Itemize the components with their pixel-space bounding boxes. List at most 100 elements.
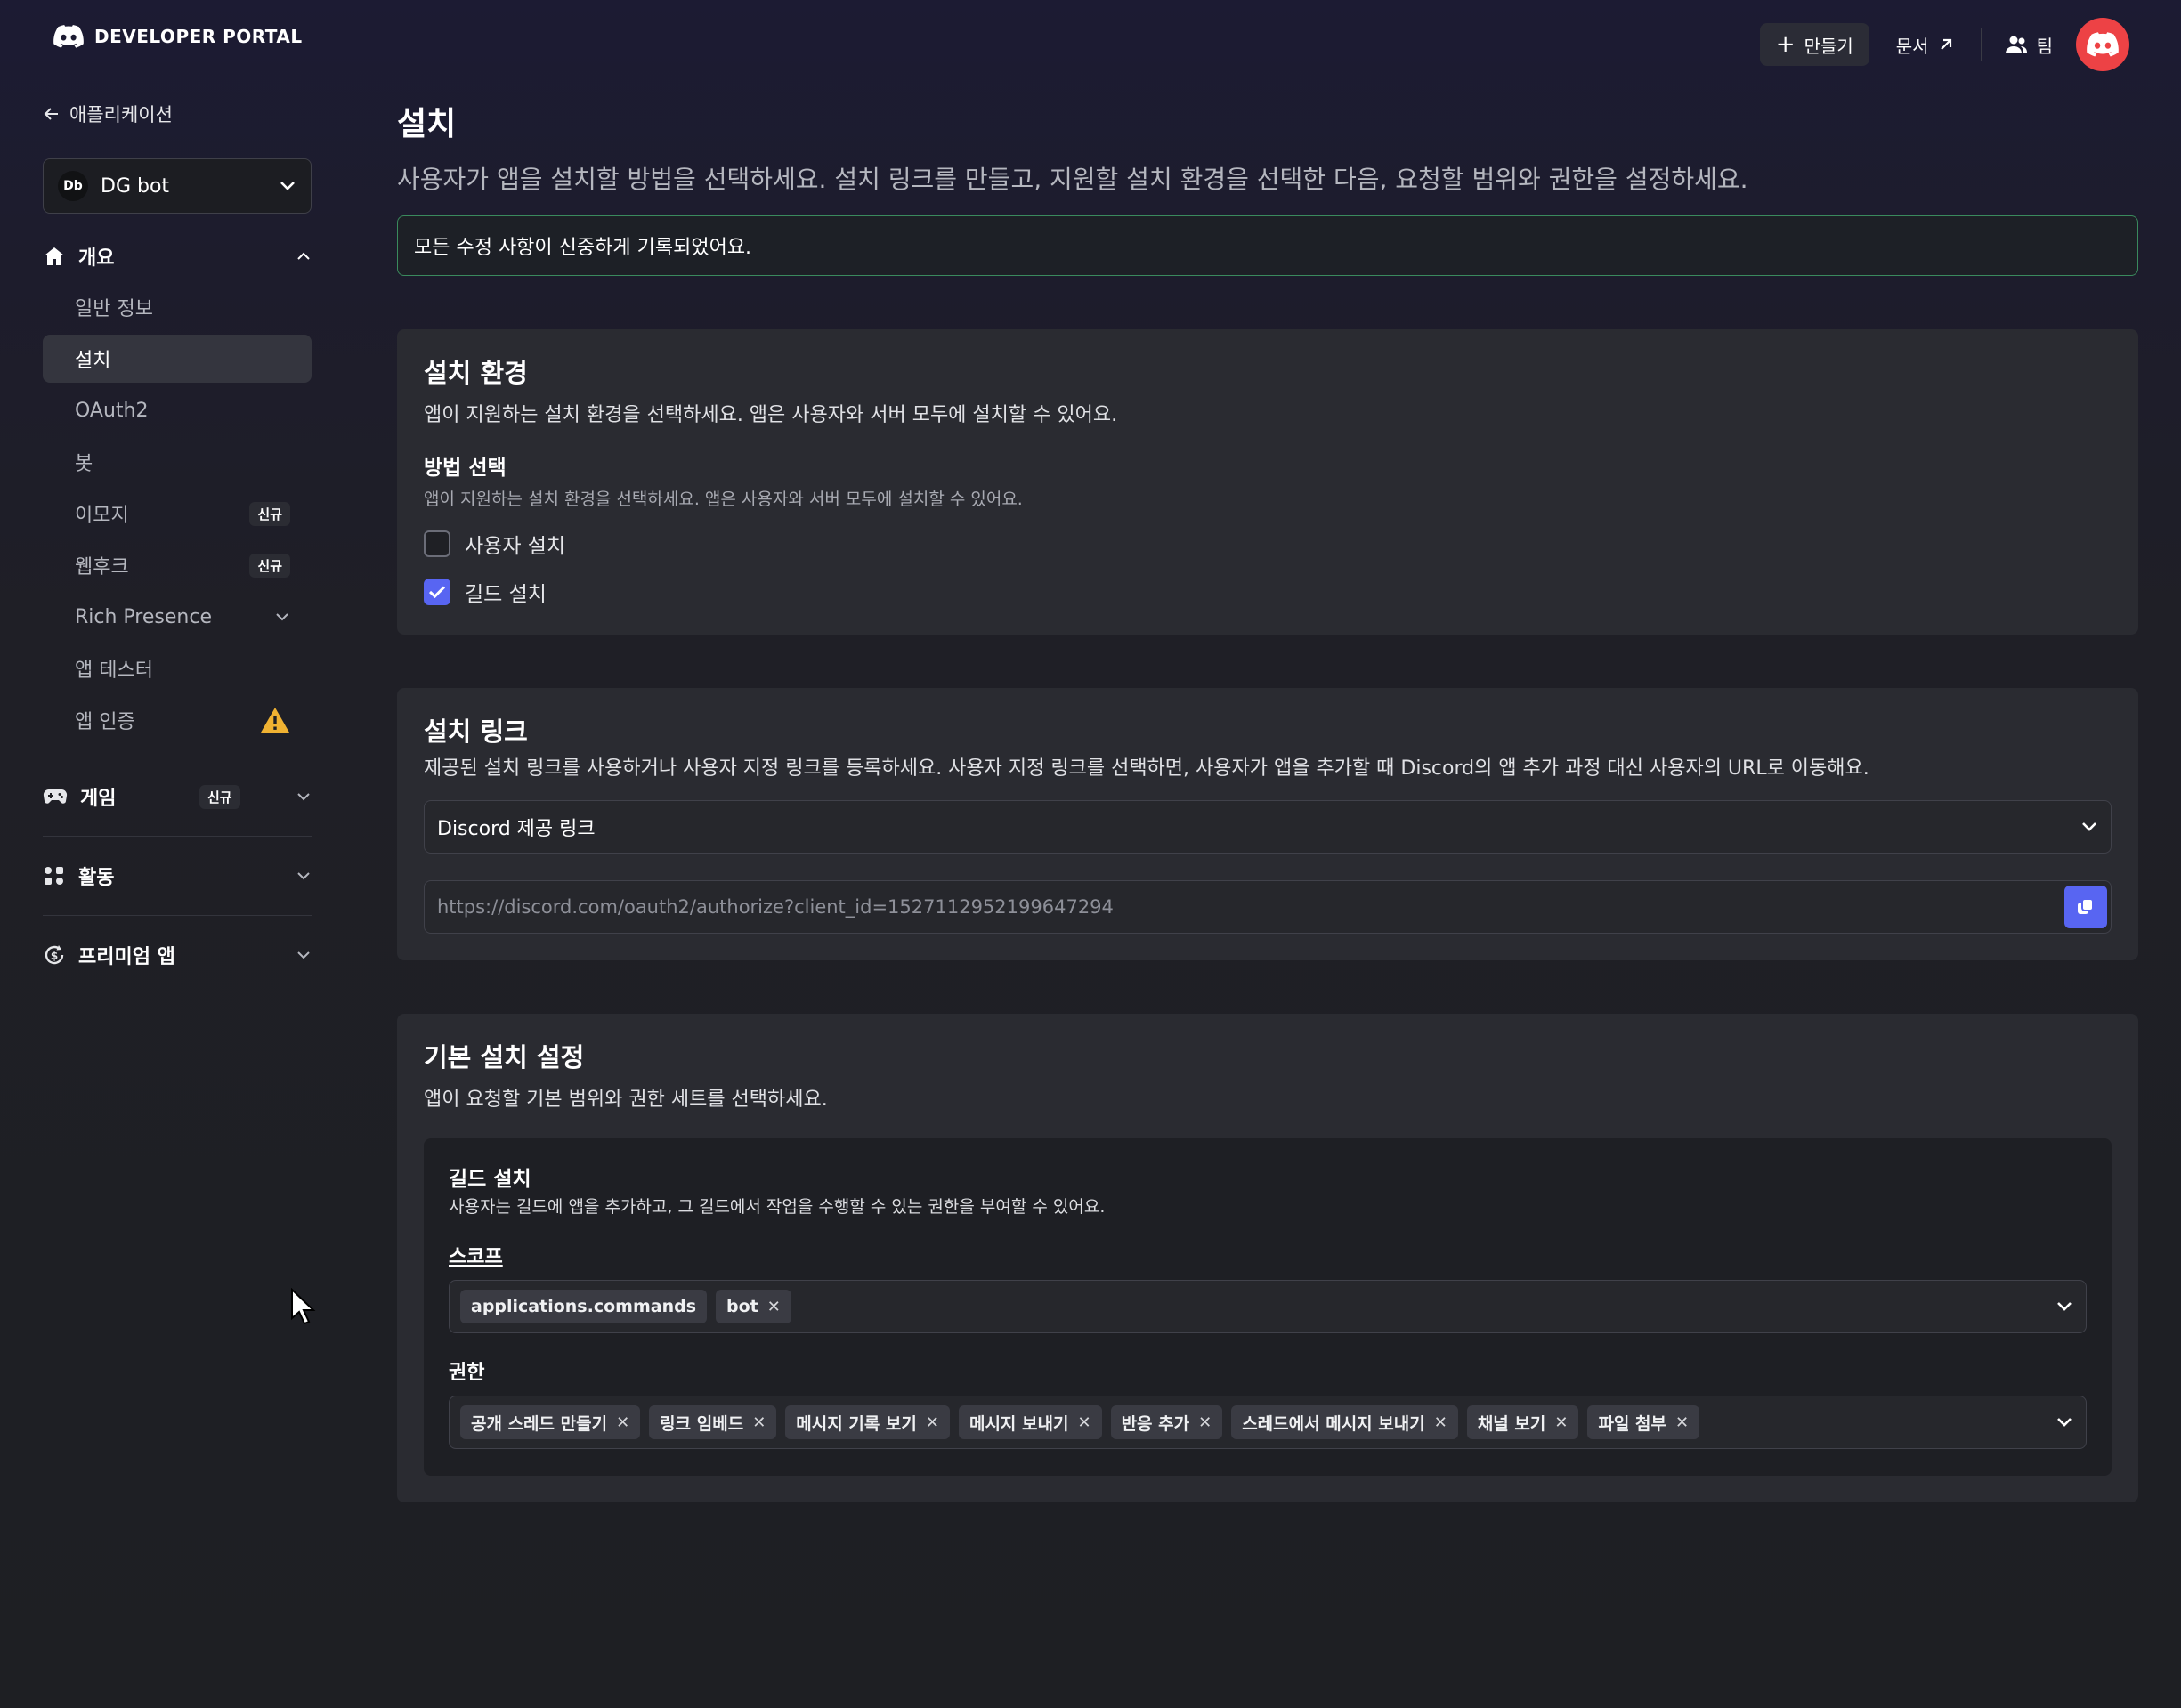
remove-chip-icon[interactable]: ✕ (616, 1413, 629, 1432)
sidebar-item-general-info[interactable]: 일반 정보 (43, 283, 312, 331)
discord-logo-icon (53, 25, 84, 48)
chevron-down-icon (297, 793, 310, 801)
scopes-chips: applications.commands bot ✕ (460, 1290, 2047, 1323)
team-icon (2005, 36, 2027, 53)
logo-text: DEVELOPER PORTAL (94, 26, 303, 47)
user-avatar[interactable] (2076, 18, 2129, 71)
top-bar: DEVELOPER PORTAL + 만들기 문서 팀 (0, 0, 2181, 78)
guild-install-description: 사용자는 길드에 앱을 추가하고, 그 길드에서 작업을 수행할 수 있는 권한… (449, 1197, 1106, 1217)
sidebar-divider (43, 836, 312, 837)
remove-chip-icon[interactable]: ✕ (926, 1413, 939, 1432)
nav-group-overview-header[interactable]: 개요 (43, 230, 312, 283)
mouse-cursor-icon (291, 1288, 316, 1325)
method-description: 앱이 지원하는 설치 환경을 선택하세요. 앱은 사용자와 서버 모두에 설치할… (424, 490, 1023, 509)
sidebar-item-app-testers[interactable]: 앱 테스터 (43, 644, 312, 692)
permissions-chips: 공개 스레드 만들기 ✕ 링크 임베드 ✕ 메시지 기록 보기 ✕ 메시지 보내기 ✕ … (460, 1405, 2047, 1439)
home-icon (45, 247, 64, 265)
install-contexts-title: 설치 환경 (424, 358, 528, 388)
create-button[interactable]: + 만들기 (1759, 23, 1869, 66)
arrow-left-icon (44, 108, 58, 120)
nav-group-activities[interactable]: 활동 (43, 849, 312, 903)
scope-chip-bot: bot ✕ (716, 1290, 791, 1323)
new-badge: 신규 (249, 501, 290, 526)
install-link-description: 제공된 설치 링크를 사용하거나 사용자 지정 링크를 등록하세요. 사용자 지… (424, 757, 1869, 780)
app-avatar: Db (58, 171, 88, 201)
permission-chip: 반응 추가 ✕ (1110, 1405, 1223, 1439)
guild-install-title: 길드 설치 (449, 1168, 531, 1191)
docs-label: 문서 (1895, 35, 1929, 57)
sidebar-item-bot[interactable]: 봇 (43, 438, 312, 486)
install-link-card: 설치 링크 제공된 설치 링크를 사용하거나 사용자 지정 링크를 등록하세요.… (397, 688, 2138, 960)
nav-group-games[interactable]: 게임 신규 (43, 770, 312, 823)
install-link-type-select[interactable]: Discord 제공 링크 (424, 800, 2112, 854)
scopes-label: 스코프 (449, 1246, 503, 1268)
notice-text: 모든 수정 사항이 신중하게 기록되었어요. (414, 237, 752, 259)
nav-group-premium-apps-label: 프리미엄 앱 (78, 946, 175, 968)
remove-chip-icon[interactable]: ✕ (1077, 1413, 1090, 1432)
nav-group-activities-label: 활동 (78, 867, 115, 889)
page-description: 사용자가 앱을 설치할 방법을 선택하세요. 설치 링크를 만들고, 지원할 설… (397, 165, 1748, 194)
developer-portal-logo[interactable]: DEVELOPER PORTAL (53, 25, 303, 48)
remove-chip-icon[interactable]: ✕ (752, 1413, 766, 1432)
permissions-label: 권한 (449, 1362, 485, 1384)
external-link-icon (1940, 38, 1951, 50)
chevron-down-icon[interactable] (2055, 1416, 2073, 1429)
sidebar-item-emoji[interactable]: 이모지 신규 (43, 490, 312, 538)
sidebar-item-app-verification[interactable]: 앱 인증 (43, 696, 312, 744)
copy-link-button[interactable] (2064, 886, 2107, 928)
user-install-option[interactable]: 사용자 설치 (424, 528, 2112, 560)
create-label: 만들기 (1804, 35, 1853, 57)
sidebar-item-rich-presence[interactable]: Rich Presence (43, 593, 312, 641)
sidebar-divider (43, 915, 312, 916)
app-selector[interactable]: Db DG bot (43, 158, 312, 214)
guild-install-checkbox[interactable] (424, 579, 450, 605)
back-label: 애플리케이션 (69, 104, 173, 125)
chevron-down-icon (297, 872, 310, 880)
back-to-applications-link[interactable]: 애플리케이션 (43, 89, 312, 139)
sidebar-item-webhooks[interactable]: 웹후크 신규 (43, 541, 312, 589)
permission-chip: 메시지 기록 보기 ✕ (785, 1405, 950, 1439)
remove-chip-icon[interactable]: ✕ (1198, 1413, 1212, 1432)
user-install-label: 사용자 설치 (465, 535, 566, 558)
scope-chip-applications-commands: applications.commands (460, 1290, 708, 1323)
new-badge: 신규 (199, 784, 240, 809)
chevron-down-icon (276, 613, 288, 621)
team-button[interactable]: 팀 (1998, 23, 2060, 66)
sidebar-item-installation[interactable]: 설치 (43, 335, 312, 383)
nav-group-overview: 개요 일반 정보 설치 OAuth2 봇 이모지 신규 웹후크 신규 Rich … (43, 230, 312, 744)
guild-install-label: 길드 설치 (465, 583, 547, 606)
remove-chip-icon[interactable]: ✕ (1554, 1413, 1568, 1432)
permissions-multiselect[interactable]: 공개 스레드 만들기 ✕ 링크 임베드 ✕ 메시지 기록 보기 ✕ 메시지 보내기 ✕ … (449, 1396, 2087, 1449)
chevron-down-icon (2082, 822, 2096, 831)
gamepad-icon (43, 789, 68, 804)
scopes-multiselect[interactable]: applications.commands bot ✕ (449, 1280, 2087, 1333)
permission-chip: 파일 첨부 ✕ (1587, 1405, 1700, 1439)
nav-group-premium-apps[interactable]: $ 프리미엄 앱 (43, 928, 312, 982)
nav-group-games-label: 게임 (80, 788, 117, 810)
warning-icon (261, 708, 289, 733)
default-settings-description: 앱이 요청할 기본 범위와 권한 세트를 선택하세요. (424, 1089, 828, 1111)
chevron-down-icon (280, 182, 295, 190)
remove-chip-icon[interactable]: ✕ (767, 1298, 781, 1316)
user-install-checkbox[interactable] (424, 530, 450, 557)
copy-icon (2078, 898, 2094, 914)
new-badge: 신규 (249, 553, 290, 578)
sidebar-item-oauth2[interactable]: OAuth2 (43, 386, 312, 434)
main-content: 설치 사용자가 앱을 설치할 방법을 선택하세요. 설치 링크를 만들고, 지원… (397, 98, 2138, 1502)
scrollbar[interactable] (2176, 134, 2181, 1157)
checkmark-icon (428, 586, 446, 599)
remove-chip-icon[interactable]: ✕ (1434, 1413, 1447, 1432)
plus-icon: + (1775, 31, 1796, 58)
guild-install-option[interactable]: 길드 설치 (424, 576, 2112, 608)
svg-text:$: $ (51, 950, 58, 962)
install-link-url-field[interactable]: https://discord.com/oauth2/authorize?cli… (424, 880, 2112, 934)
notice-banner: 모든 수정 사항이 신중하게 기록되었어요. (397, 215, 2138, 276)
default-settings-title: 기본 설치 설정 (424, 1042, 585, 1073)
activities-icon (45, 867, 63, 885)
discord-avatar-icon (2087, 32, 2119, 57)
chevron-down-icon[interactable] (2055, 1300, 2073, 1313)
remove-chip-icon[interactable]: ✕ (1675, 1413, 1689, 1432)
permission-chip: 스레드에서 메시지 보내기 ✕ (1231, 1405, 1458, 1439)
sidebar: 애플리케이션 Db DG bot 개요 일반 정보 설치 OAuth2 봇 이모… (43, 89, 312, 982)
docs-button[interactable]: 문서 (1885, 23, 1965, 66)
